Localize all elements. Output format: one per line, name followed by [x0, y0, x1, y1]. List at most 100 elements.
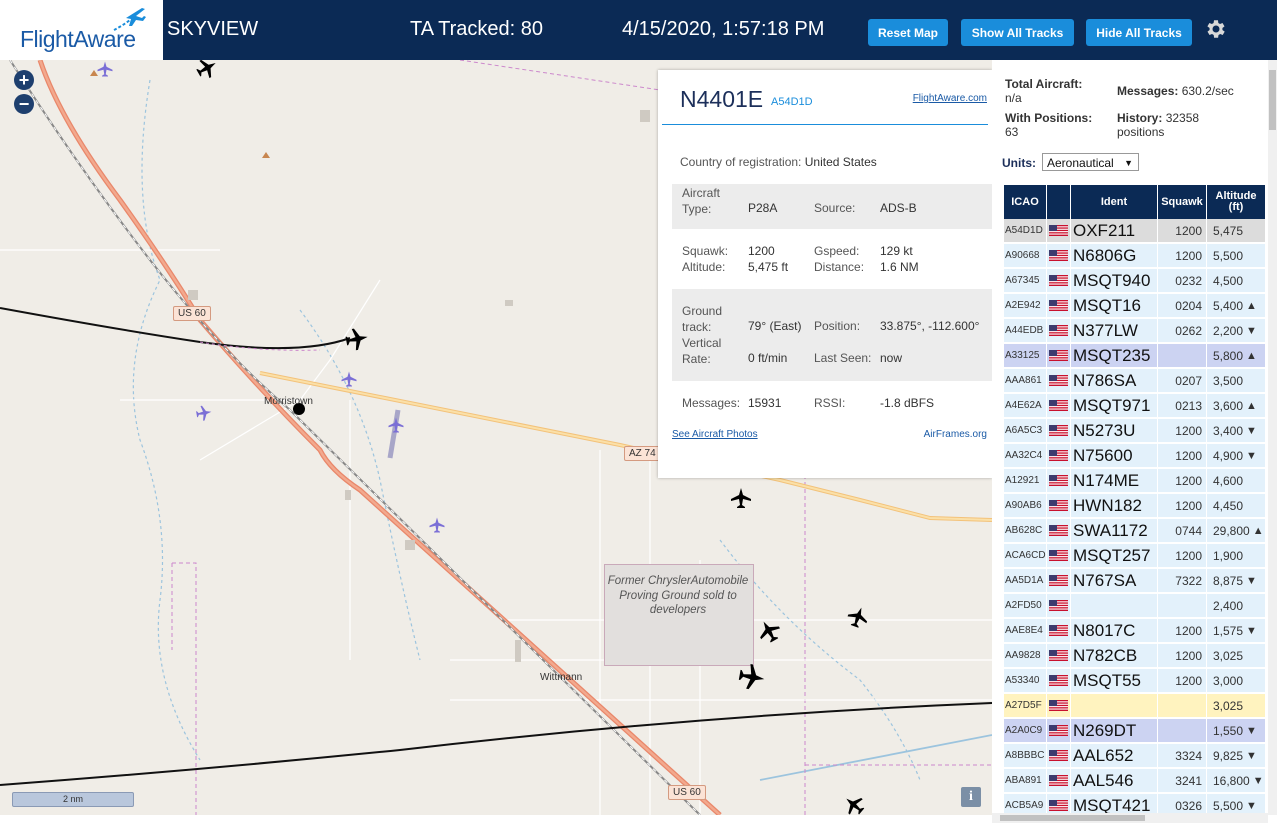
table-row[interactable]: A6A5C3 N5273U 1200 3,400 ▼	[1004, 419, 1266, 443]
aircraft-purple-icon[interactable]	[195, 404, 213, 422]
table-row[interactable]: A8BBBC AAL652 3324 9,825 ▼	[1004, 744, 1266, 768]
row-altitude: 5,500	[1207, 244, 1266, 268]
table-row[interactable]: ACA6CD MSQT257 1200 1,900	[1004, 544, 1266, 568]
road-shield-us60-bottom: US 60	[668, 785, 706, 800]
row-icao: A44EDB	[1004, 319, 1047, 343]
aircraft-purple-icon[interactable]	[96, 60, 114, 78]
aircraft-black-icon[interactable]	[729, 486, 753, 510]
flightaware-link[interactable]: FlightAware.com	[913, 93, 987, 104]
us-flag-icon	[1047, 319, 1071, 343]
see-aircraft-photos-link[interactable]: See Aircraft Photos	[672, 429, 758, 440]
column-header-altitude[interactable]: Altitude (ft)	[1207, 185, 1266, 219]
total-aircraft-stat: Total Aircraft: n/a	[1005, 77, 1082, 105]
column-header-ident[interactable]: Ident	[1071, 185, 1158, 219]
row-icao: A67345	[1004, 269, 1047, 293]
table-row[interactable]: A27D5F 3,025	[1004, 694, 1266, 718]
column-header-squawk[interactable]: Squawk	[1158, 185, 1207, 219]
table-row[interactable]: A4E62A MSQT971 0213 3,600 ▲	[1004, 394, 1266, 418]
sidebar-horizontal-scroll-thumb[interactable]	[1000, 815, 1145, 821]
messages-label: Messages:	[682, 396, 741, 410]
aircraft-black-icon[interactable]	[195, 60, 219, 80]
map-label-morristown: Morristown	[264, 396, 313, 407]
table-row[interactable]: A54D1D OXF211 1200 5,475	[1004, 219, 1266, 243]
row-squawk: 1200	[1158, 644, 1207, 668]
us-flag-icon	[1047, 369, 1071, 393]
row-icao: AAE8E4	[1004, 619, 1047, 643]
zoom-in-button[interactable]: +	[14, 70, 34, 90]
sidebar-scroll-thumb[interactable]	[1269, 70, 1276, 130]
table-row[interactable]: AA9828 N782CB 1200 3,025	[1004, 644, 1266, 668]
country-value: United States	[804, 155, 877, 169]
row-icao: A27D5F	[1004, 694, 1047, 718]
aircraft-black-icon[interactable]	[846, 605, 870, 629]
table-row[interactable]: AA32C4 N75600 1200 4,900 ▼	[1004, 444, 1266, 468]
column-header-icao[interactable]: ICAO	[1004, 185, 1047, 219]
ground-track-value: 79° (East)	[748, 319, 802, 333]
row-altitude-value: 1,575	[1213, 623, 1244, 638]
table-row[interactable]: A90668 N6806G 1200 5,500	[1004, 244, 1266, 268]
map-scale-bar: 2 nm	[12, 792, 134, 807]
squawk-label: Squawk:	[682, 244, 729, 258]
units-label: Units:	[1002, 156, 1036, 170]
table-row[interactable]: A2A0C9 N269DT 1,550 ▼	[1004, 719, 1266, 743]
history-value: 32358	[1165, 111, 1200, 125]
show-all-tracks-button[interactable]: Show All Tracks	[961, 19, 1074, 46]
table-row[interactable]: A67345 MSQT940 0232 4,500	[1004, 269, 1266, 293]
row-ident: MSQT55	[1071, 669, 1158, 693]
row-squawk: 7322	[1158, 569, 1207, 593]
popup-divider	[662, 124, 988, 125]
flightaware-logo[interactable]: FlightAware	[0, 0, 163, 60]
table-row[interactable]: A90AB6 HWN182 1200 4,450	[1004, 494, 1266, 518]
aircraft-purple-icon[interactable]	[340, 370, 358, 388]
table-row[interactable]: ABA891 AAL546 3241 16,800 ▼	[1004, 769, 1266, 793]
row-icao: ABA891	[1004, 769, 1047, 793]
table-row[interactable]: A44EDB N377LW 0262 2,200 ▼	[1004, 319, 1266, 343]
table-row[interactable]: A33125 MSQT235 5,800 ▲	[1004, 344, 1266, 368]
map-info-button[interactable]: i	[961, 787, 981, 807]
settings-gear-icon[interactable]	[1203, 17, 1227, 41]
top-header: FlightAware SKYVIEW TA Tracked: 80 4/15/…	[0, 0, 1277, 60]
column-header-flag[interactable]	[1047, 185, 1071, 219]
aircraft-black-icon[interactable]	[737, 662, 767, 692]
row-ident: N377LW	[1071, 319, 1158, 343]
row-altitude: 3,400 ▼	[1207, 419, 1266, 443]
table-row[interactable]: AAA861 N786SA 0207 3,500	[1004, 369, 1266, 393]
aircraft-purple-icon[interactable]	[387, 416, 405, 434]
row-icao: AA32C4	[1004, 444, 1047, 468]
zoom-out-button[interactable]: −	[14, 94, 34, 114]
selected-aircraft-hex[interactable]: A54D1D	[771, 96, 813, 108]
row-squawk: 1200	[1158, 444, 1207, 468]
table-row[interactable]: A2FD50 2,400	[1004, 594, 1266, 618]
table-row[interactable]: A12921 N174ME 1200 4,600	[1004, 469, 1266, 493]
row-icao: A54D1D	[1004, 219, 1047, 243]
aircraft-selected-icon[interactable]	[344, 326, 370, 352]
units-select[interactable]: Aeronautical ▼	[1042, 153, 1139, 171]
table-row[interactable]: A2E942 MSQT16 0204 5,400 ▲	[1004, 294, 1266, 318]
row-altitude-trend: ▼	[1246, 324, 1257, 337]
table-row[interactable]: AAE8E4 N8017C 1200 1,575 ▼	[1004, 619, 1266, 643]
aircraft-black-icon[interactable]	[756, 618, 782, 644]
aircraft-black-icon[interactable]	[842, 793, 866, 815]
row-altitude-value: 4,500	[1213, 273, 1244, 288]
table-row[interactable]: AB628C SWA1172 0744 29,800 ▲	[1004, 519, 1266, 543]
row-ident: HWN182	[1071, 494, 1158, 518]
airframes-link[interactable]: AirFrames.org	[924, 429, 987, 440]
reset-map-button[interactable]: Reset Map	[868, 19, 948, 46]
row-squawk: 1200	[1158, 244, 1207, 268]
distance-value: 1.6 NM	[880, 260, 919, 274]
row-altitude-value: 5,400	[1213, 298, 1244, 313]
row-altitude: 2,400	[1207, 594, 1266, 618]
aircraft-purple-icon[interactable]	[428, 516, 446, 534]
hide-all-tracks-button[interactable]: Hide All Tracks	[1086, 19, 1192, 46]
altitude-label: Altitude:	[682, 260, 726, 274]
row-icao: A6A5C3	[1004, 419, 1047, 443]
row-altitude: 4,500	[1207, 269, 1266, 293]
table-row[interactable]: A53340 MSQT55 1200 3,000	[1004, 669, 1266, 693]
row-squawk	[1158, 594, 1207, 618]
row-altitude: 1,575 ▼	[1207, 619, 1266, 643]
table-row[interactable]: AA5D1A N767SA 7322 8,875 ▼	[1004, 569, 1266, 593]
row-ident: N174ME	[1071, 469, 1158, 493]
row-altitude: 1,550 ▼	[1207, 719, 1266, 743]
row-ident: N767SA	[1071, 569, 1158, 593]
sidebar-scrollbar[interactable]	[1268, 60, 1277, 815]
